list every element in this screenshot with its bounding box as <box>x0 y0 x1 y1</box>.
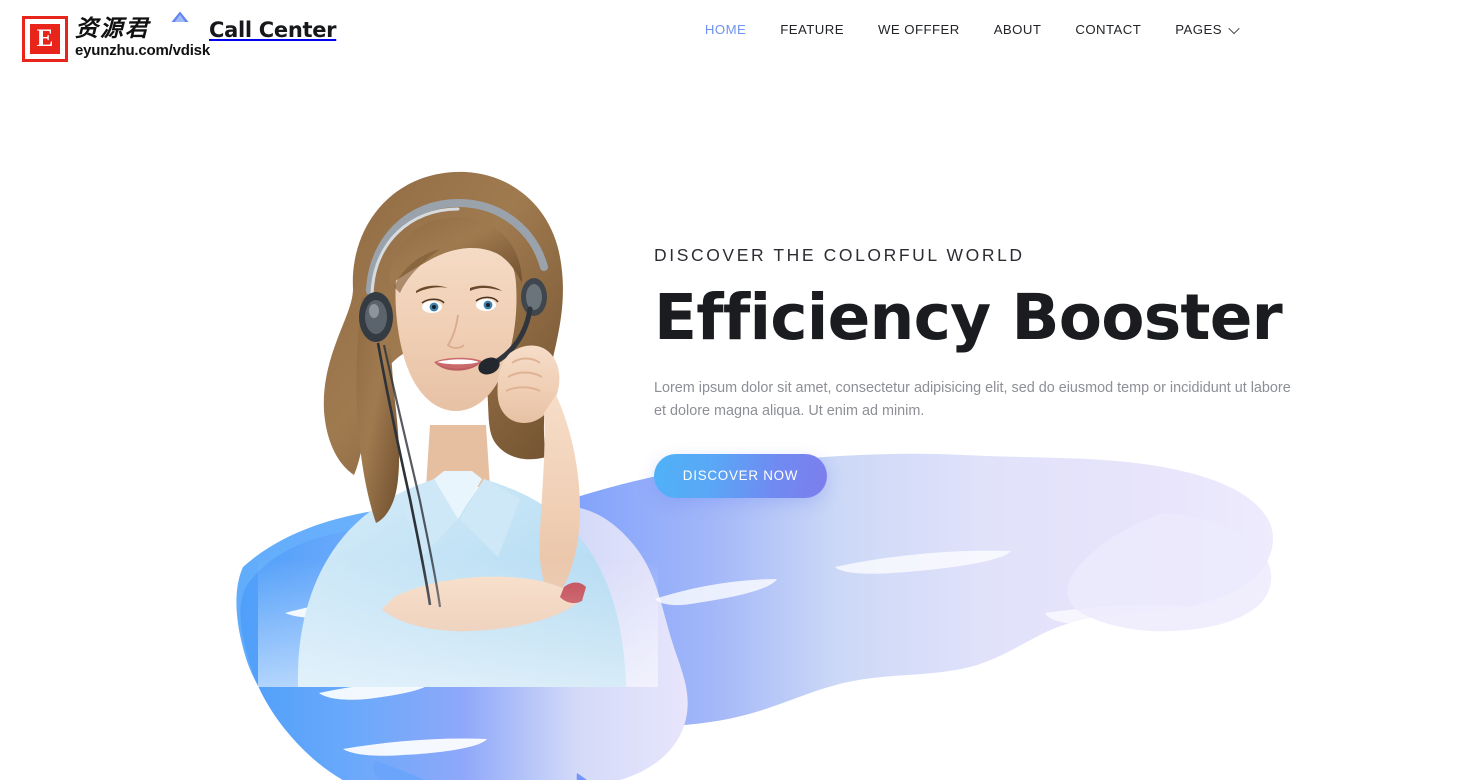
nav-item-we-offfer-label: WE OFFFER <box>877 22 960 37</box>
nav-item-contact-label: CONTACT <box>1075 22 1142 37</box>
watermark-url-label: eyunzhu.com/vdisk <box>75 42 210 59</box>
nav-item-pages-label: PAGES <box>1175 22 1222 37</box>
main-navigation: HOME FEATURE WE OFFFER ABOUT CONTACT PAG… <box>688 18 1470 41</box>
nav-item-home-label: HOME <box>704 22 747 37</box>
hero-paragraph: Lorem ipsum dolor sit amet, consectetur … <box>654 379 1291 420</box>
page-root: E 资源君 eyunzhu.com/vdisk Call Center HOME <box>0 0 1470 780</box>
nav-item-feature[interactable]: FEATURE <box>763 18 861 41</box>
hero-headline: Efficiency Booster <box>654 281 1283 354</box>
mountain-triangle-icon <box>170 10 190 22</box>
watermark-badge-icon: E <box>22 16 68 62</box>
nav-item-home[interactable]: HOME <box>688 18 763 41</box>
discover-now-button[interactable]: DISCOVER NOW <box>654 453 827 498</box>
brand-name: Call Center <box>209 18 337 42</box>
nav-item-feature-label: FEATURE <box>780 22 844 37</box>
hero-section: DISCOVER THE COLORFUL WORLD Efficiency B… <box>0 62 1470 780</box>
brand-logo-link[interactable]: Call Center <box>209 18 337 42</box>
chevron-down-icon <box>1228 22 1240 34</box>
nav-item-we-offfer[interactable]: WE OFFFER <box>861 18 977 41</box>
hero-eyebrow: DISCOVER THE COLORFUL WORLD <box>654 245 1025 265</box>
watermark-badge-letter: E <box>30 24 60 54</box>
hero-copy-block: DISCOVER THE COLORFUL WORLD Efficiency B… <box>654 245 1314 498</box>
hero-photo-call-center-agent <box>258 157 658 687</box>
site-header: E 资源君 eyunzhu.com/vdisk Call Center HOME <box>0 0 1470 62</box>
nav-item-about[interactable]: ABOUT <box>977 18 1059 41</box>
nav-item-contact[interactable]: CONTACT <box>1058 18 1158 41</box>
nav-item-about-label: ABOUT <box>993 22 1042 37</box>
nav-item-pages[interactable]: PAGES <box>1158 18 1240 41</box>
